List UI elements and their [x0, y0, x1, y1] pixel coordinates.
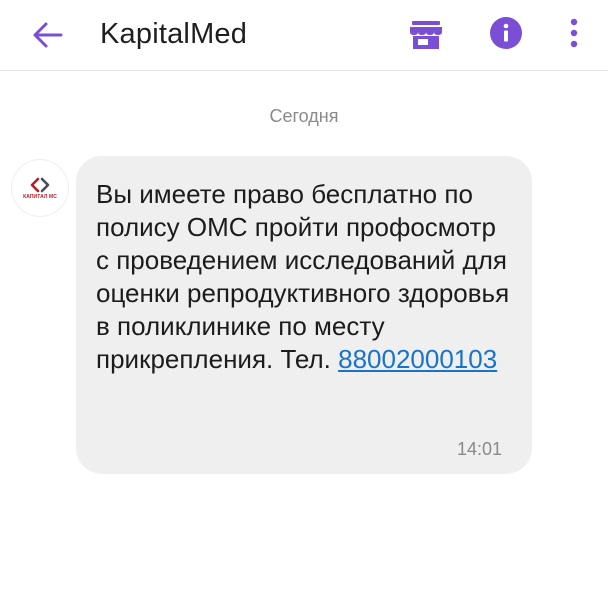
store-button[interactable]: [406, 15, 446, 55]
message-bubble[interactable]: Вы имеете право бесплатно по полису ОМС …: [76, 156, 532, 474]
arrow-left-icon: [33, 22, 63, 48]
avatar-logo-text: КАПИТАЛ МС: [23, 193, 57, 200]
message-timestamp: 14:01: [456, 439, 502, 459]
top-app-bar: KapitalMed: [0, 0, 608, 71]
more-options-button[interactable]: [556, 13, 592, 53]
info-button[interactable]: [486, 13, 526, 53]
back-button[interactable]: [28, 15, 68, 55]
date-separator: Сегодня: [269, 106, 339, 126]
info-icon: [490, 17, 522, 49]
conversation-screen: KapitalMed Сегодня КАПИТАЛ МС Вы имеете …: [0, 0, 608, 600]
sender-avatar[interactable]: КАПИТАЛ МС: [12, 160, 68, 216]
storefront-icon: [410, 21, 442, 49]
message-text: Вы имеете право бесплатно по полису ОМС …: [96, 178, 516, 376]
phone-link[interactable]: 88002000103: [338, 344, 497, 374]
conversation-title: KapitalMed: [100, 18, 248, 50]
capital-ms-logo-icon: [30, 177, 50, 192]
more-vertical-icon: [570, 18, 578, 48]
